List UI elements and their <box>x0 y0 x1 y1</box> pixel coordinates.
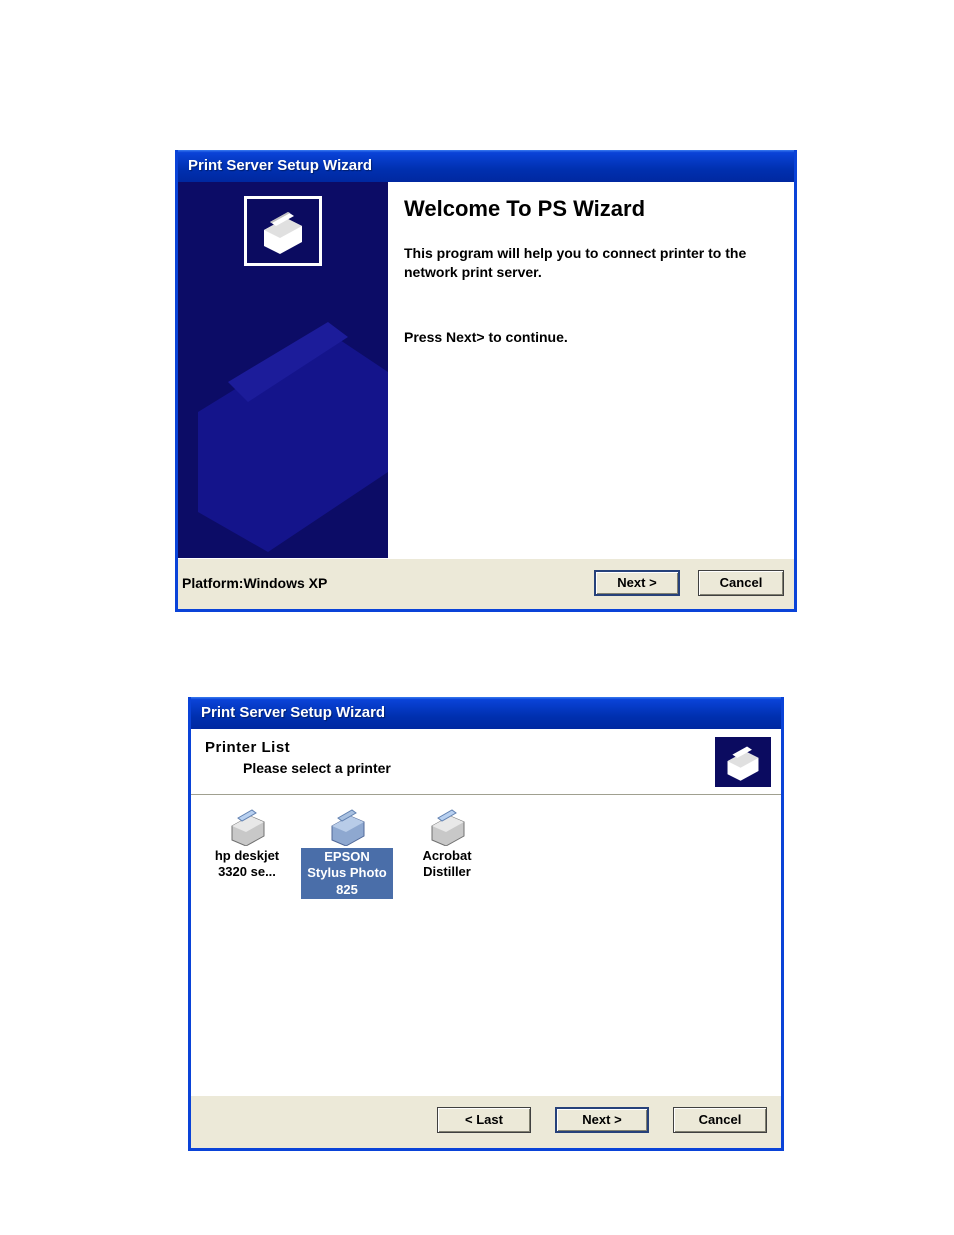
printer-item-epson-stylus[interactable]: EPSON Stylus Photo 825 <box>301 808 393 899</box>
wizard-sidebar <box>178 182 388 558</box>
titlebar[interactable]: Print Server Setup Wizard <box>191 697 781 729</box>
wizard-content: Welcome To PS Wizard This program will h… <box>388 182 794 558</box>
corner-logo <box>715 737 771 787</box>
platform-label: Platform:Windows XP <box>182 575 576 591</box>
printer-icon <box>326 808 368 846</box>
printer-list: hp deskjet 3320 se... EPSON Stylus Photo… <box>191 796 781 911</box>
wizard-instruction-text: Press Next> to continue. <box>404 328 778 347</box>
printer-list-header: Printer List Please select a printer <box>191 729 781 776</box>
printer-item-acrobat-distiller[interactable]: Acrobat Distiller <box>401 808 493 899</box>
window-title: Print Server Setup Wizard <box>188 157 372 174</box>
wizard-logo-frame <box>244 196 322 266</box>
wizard-window-welcome: Print Server Setup Wizard <box>175 150 797 612</box>
printer-icon <box>226 808 268 846</box>
window-title: Print Server Setup Wizard <box>201 704 385 721</box>
wizard-intro-text: This program will help you to connect pr… <box>404 244 778 282</box>
printer-list-subtitle: Please select a printer <box>205 760 767 776</box>
wizard-footer: Platform:Windows XP Next > Cancel <box>178 558 794 606</box>
cancel-button[interactable]: Cancel <box>673 1107 767 1133</box>
printer-label: Acrobat Distiller <box>401 848 493 881</box>
next-button[interactable]: Next > <box>594 570 680 596</box>
wizard-heading: Welcome To PS Wizard <box>404 196 778 222</box>
printer-list-title: Printer List <box>205 739 767 756</box>
printer-item-hp-deskjet[interactable]: hp deskjet 3320 se... <box>201 808 293 899</box>
last-button[interactable]: < Last <box>437 1107 531 1133</box>
cancel-button[interactable]: Cancel <box>698 570 784 596</box>
wizard-window-printer-list: Print Server Setup Wizard Printer List P… <box>188 697 784 1151</box>
printer-label: hp deskjet 3320 se... <box>201 848 293 881</box>
titlebar[interactable]: Print Server Setup Wizard <box>178 150 794 182</box>
sidebar-bg-printer-icon <box>178 302 388 558</box>
window-body: Welcome To PS Wizard This program will h… <box>178 182 794 558</box>
printer-icon <box>426 808 468 846</box>
next-button[interactable]: Next > <box>555 1107 649 1133</box>
window-body: Printer List Please select a printer hp … <box>191 729 781 1095</box>
printer-label: EPSON Stylus Photo 825 <box>301 848 393 899</box>
wizard-footer: < Last Next > Cancel <box>191 1095 781 1143</box>
printer-icon <box>256 208 310 254</box>
printer-icon <box>721 743 765 781</box>
